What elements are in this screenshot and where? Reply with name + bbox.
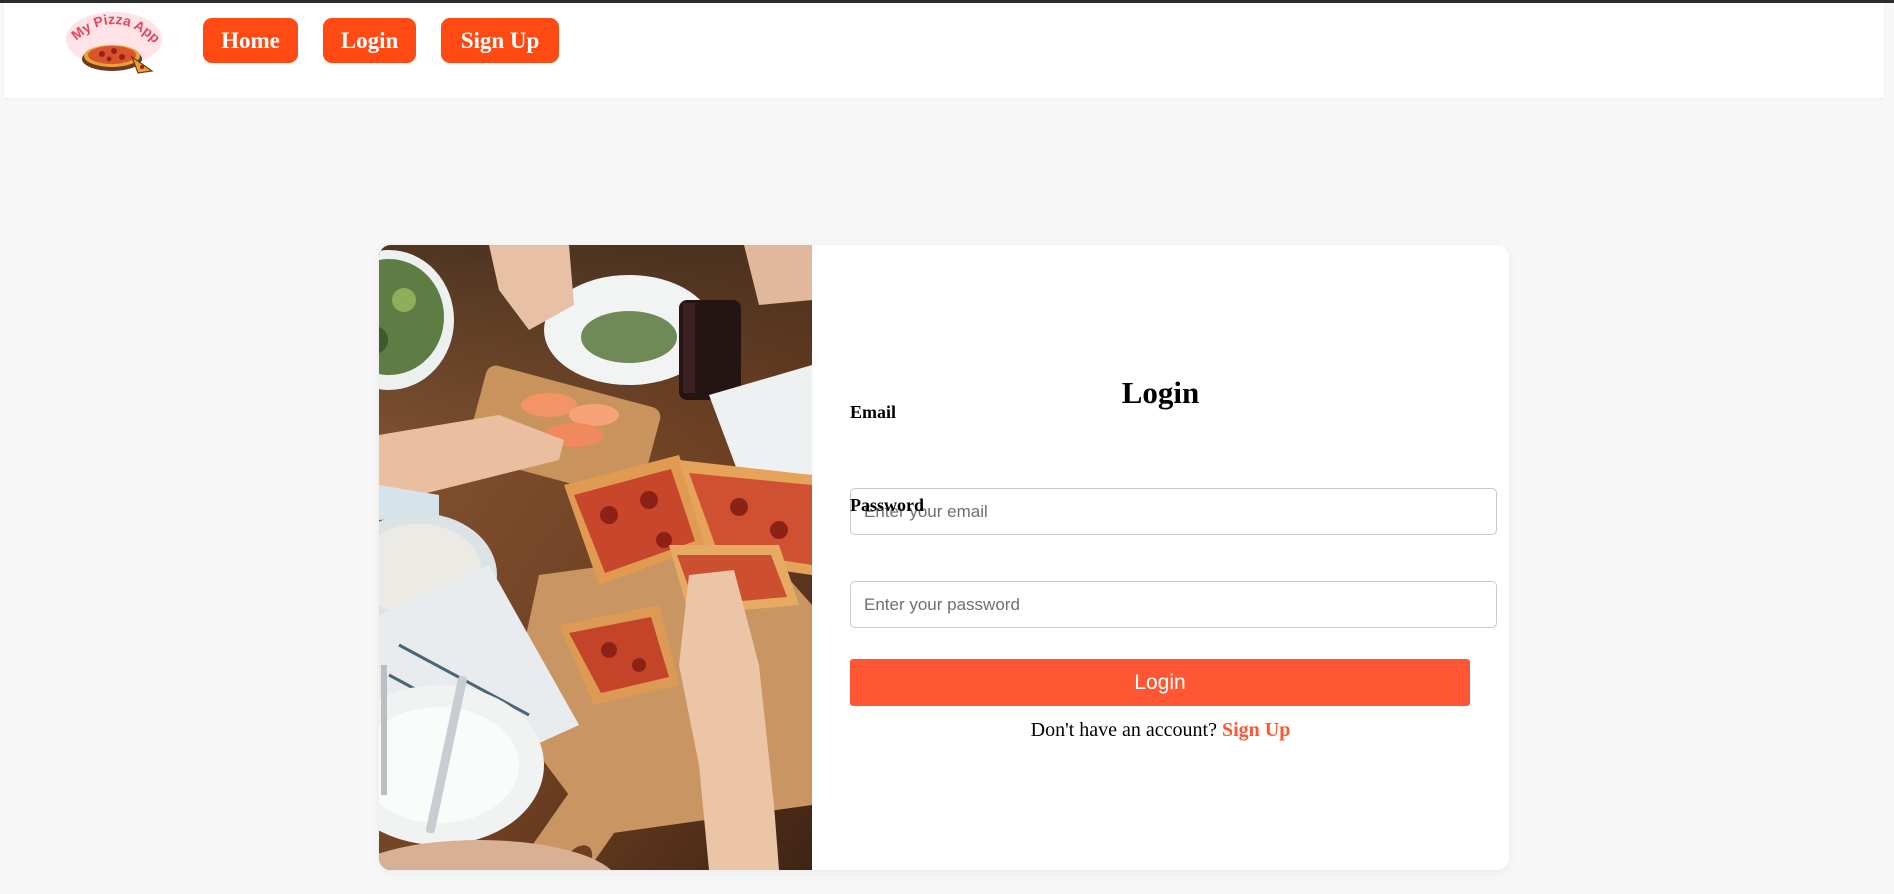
signup-prompt: Don't have an account? Sign Up xyxy=(812,719,1509,742)
navbar: My Pizza App Home Login Sign Up xyxy=(4,3,1884,98)
nav-signup-button[interactable]: Sign Up xyxy=(441,18,559,63)
signup-prompt-text: Don't have an account? xyxy=(1030,719,1217,741)
app-logo[interactable]: My Pizza App xyxy=(62,9,168,79)
pizza-photo-illustration xyxy=(379,245,812,870)
password-input[interactable] xyxy=(850,581,1497,628)
nav-home-button[interactable]: Home xyxy=(203,18,298,63)
pizza-logo-icon: My Pizza App xyxy=(66,11,164,74)
nav-login-button[interactable]: Login xyxy=(323,18,416,63)
hero-image xyxy=(379,245,812,870)
email-label: Email xyxy=(850,402,897,422)
signup-link[interactable]: Sign Up xyxy=(1222,719,1290,741)
login-title: Login xyxy=(1121,375,1200,410)
login-submit-button[interactable]: Login xyxy=(850,659,1470,706)
email-input[interactable] xyxy=(850,488,1497,535)
login-card: Login Email Password Login Don't have an… xyxy=(379,245,1509,870)
password-label: Password xyxy=(850,495,925,515)
